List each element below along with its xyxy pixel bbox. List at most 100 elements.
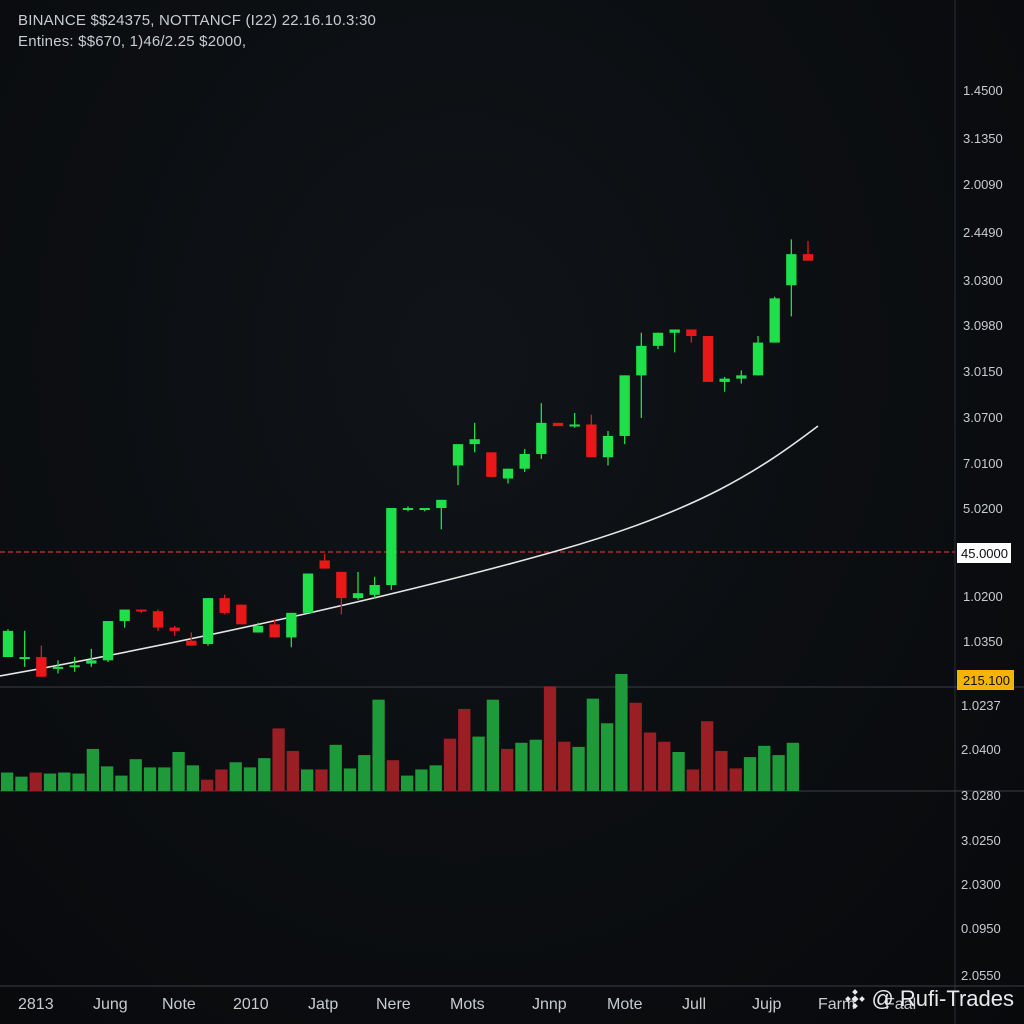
bull-candle — [102, 621, 114, 661]
volume-bar — [658, 741, 671, 791]
volume-tag-label: 215.100 — [963, 673, 1010, 688]
watermark: @ Rufi-Trades — [845, 986, 1014, 1012]
bear-candle — [169, 627, 180, 631]
volume-bar — [86, 748, 99, 791]
volume-bar — [158, 767, 171, 791]
bull-candle — [119, 609, 130, 622]
x-axis-tick-label: Jnnp — [532, 996, 567, 1013]
bull-candle — [352, 593, 364, 599]
bull-candle — [602, 435, 614, 458]
volume-bar — [486, 699, 499, 791]
volume-bar — [401, 775, 414, 791]
watermark-text: @ Rufi-Trades — [871, 986, 1014, 1011]
volume-bar — [786, 742, 799, 791]
volume-bar — [343, 768, 357, 791]
bull-candle — [286, 612, 297, 638]
price-axis-label: 1.0350 — [963, 634, 1003, 649]
trend-curve — [0, 425, 819, 677]
volume-bar — [15, 776, 28, 791]
volume-bar — [29, 772, 42, 791]
bull-candle — [252, 625, 264, 633]
bear-candle — [319, 560, 330, 569]
x-axis-tick-label: Note — [162, 996, 196, 1013]
price-axis-label: 3.0300 — [963, 273, 1003, 288]
bear-candle — [186, 640, 197, 646]
volume-bar — [701, 721, 714, 791]
x-axis-tick-label: Nere — [376, 996, 411, 1013]
volume-bar — [43, 773, 57, 791]
bear-candle — [152, 611, 164, 628]
volume-bar — [615, 674, 628, 791]
bull-candle — [469, 439, 480, 445]
volume-bar — [101, 766, 114, 791]
volume-bar — [143, 767, 157, 791]
bull-candle — [452, 444, 464, 466]
volume-bar — [1, 772, 14, 791]
bull-candle — [419, 508, 430, 511]
volume-axis-label: 3.0250 — [961, 833, 1001, 848]
volume-bar — [301, 769, 314, 791]
volume-bar — [172, 752, 185, 791]
x-axis-tick-label: Jatp — [308, 996, 338, 1013]
bull-candle — [2, 630, 14, 658]
bull-candle — [652, 332, 664, 346]
bear-candle — [36, 657, 47, 677]
volume-bar — [472, 736, 485, 791]
bear-candle — [269, 624, 280, 638]
bull-candle — [536, 422, 547, 454]
volume-bar — [629, 702, 642, 791]
bear-candle — [586, 424, 597, 458]
bull-candle — [669, 329, 680, 333]
volume-bar — [186, 765, 199, 791]
price-tag-label: 45.0000 — [961, 546, 1008, 561]
x-axis-tick-label: Mote — [607, 996, 643, 1013]
price-axis-label: 2.0090 — [963, 177, 1003, 192]
bull-candle — [52, 666, 64, 669]
volume-bar — [601, 723, 614, 791]
bear-candle — [219, 598, 230, 613]
price-axis-label: 1.0200 — [963, 589, 1003, 604]
binance-diamond-icon — [845, 989, 866, 1009]
bull-candle — [502, 468, 514, 479]
bull-candle — [636, 345, 647, 376]
chart-root: BINANCE $$24375, NOTTANCF (I22) 22.16.10… — [0, 0, 1024, 1024]
volume-bar — [129, 759, 142, 791]
volume-bar — [329, 744, 342, 791]
volume-bar — [58, 772, 71, 791]
volume-bar — [501, 748, 514, 791]
bear-candle — [236, 604, 247, 625]
bull-candle — [402, 508, 414, 511]
volume-bar — [672, 752, 685, 791]
bull-candle — [786, 254, 797, 286]
volume-bar — [415, 769, 428, 791]
x-axis-tick-label: 2813 — [18, 996, 54, 1013]
bull-candle — [769, 298, 780, 343]
bear-candle — [686, 329, 697, 337]
volume-bar — [229, 762, 242, 791]
volume-bar — [515, 742, 528, 791]
volume-axis-label: 2.0400 — [961, 742, 1001, 757]
bull-candle — [86, 660, 97, 664]
price-axis-label: 5.0200 — [963, 501, 1003, 516]
volume-bar — [386, 760, 399, 791]
bear-candle — [802, 254, 814, 261]
bull-candle — [302, 573, 314, 613]
bear-candle — [486, 452, 497, 477]
volume-bar — [315, 769, 328, 791]
volume-bar — [772, 755, 785, 791]
volume-bar — [286, 750, 299, 791]
volume-bar — [243, 767, 257, 791]
volume-bar — [743, 757, 757, 791]
volume-bar — [543, 686, 557, 791]
bull-candle — [736, 375, 747, 379]
x-axis-tick-label: Jull — [682, 996, 706, 1013]
chart-canvas[interactable]: 1.4500 3.1350 2.0090 2.4490 3.0300 3.0980 3.01… — [0, 0, 1024, 1024]
bear-candle — [552, 422, 564, 427]
volume-bar — [572, 746, 585, 791]
price-axis-label: 3.0150 — [963, 364, 1003, 379]
x-axis-tick-label: Jujp — [752, 996, 781, 1013]
bull-candle — [436, 499, 447, 509]
price-axis-label: 1.4500 — [963, 83, 1003, 98]
price-axis-label: 7.0100 — [963, 456, 1003, 471]
volume-axis-label: 1.0237 — [961, 698, 1001, 713]
